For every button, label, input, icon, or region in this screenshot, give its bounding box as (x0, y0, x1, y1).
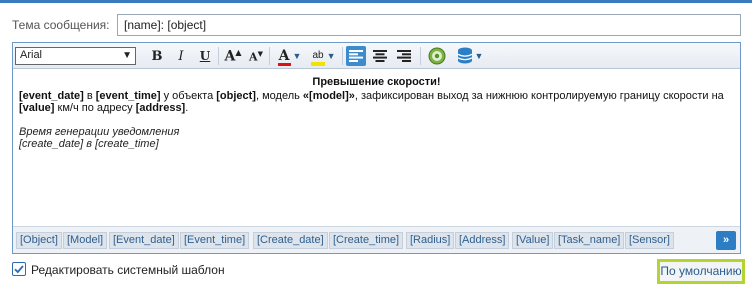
rich-text-editor: Arial ▼ B I U A▲ A▼ A ▼ ab ▼ ▼ Превышени… (12, 42, 741, 254)
bold-button[interactable]: B (147, 46, 167, 66)
tag-create-date[interactable]: [Create_date] (253, 232, 328, 249)
editor-toolbar: Arial ▼ B I U A▲ A▼ A ▼ ab ▼ ▼ (13, 43, 740, 69)
top-accent-line (0, 0, 752, 3)
double-chevron-right-icon: » (722, 234, 730, 246)
subject-label: Тема сообщения: (12, 18, 110, 32)
chevron-down-icon: ▼ (326, 51, 336, 61)
checkmark-icon (14, 265, 24, 274)
align-center-icon (373, 50, 387, 62)
highlight-button[interactable]: ab ▼ (309, 46, 339, 66)
variable-tags-bar: [Object] [Model] [Event_date] [Event_tim… (13, 226, 740, 253)
generation-time-label: Время генерации уведомления (19, 126, 180, 138)
align-center-button[interactable] (370, 46, 390, 66)
font-color-icon: A (277, 48, 291, 66)
chevron-down-icon: ▼ (474, 51, 484, 61)
tag-value[interactable]: [Value] (512, 232, 554, 249)
tag-model[interactable]: [Model] (63, 232, 108, 249)
chevron-down-icon: ▼ (292, 51, 302, 61)
font-shrink-icon: A▼ (249, 48, 263, 64)
message-heading: Превышение скорости! (312, 76, 441, 88)
font-family-value: Arial (20, 49, 43, 61)
dropdown-icon: ▼ (122, 50, 132, 61)
insert-image-button[interactable] (426, 46, 448, 66)
edit-system-template-checkbox[interactable] (12, 262, 26, 276)
tag-event-date[interactable]: [Event_date] (109, 232, 179, 249)
italic-icon: I (178, 48, 184, 64)
font-grow-button[interactable]: A▲ (223, 46, 243, 66)
font-family-select[interactable]: Arial ▼ (15, 47, 136, 65)
bottom-row: Редактировать системный шаблон По умолча… (0, 259, 752, 284)
insert-variable-button[interactable]: ▼ (454, 46, 486, 66)
editor-content[interactable]: Превышение скорости! [event_date] в [eve… (13, 70, 740, 225)
italic-button[interactable]: I (171, 46, 191, 66)
bold-icon: B (151, 48, 163, 64)
tag-address[interactable]: [Address] (455, 232, 510, 249)
insert-variable-icon (457, 47, 472, 64)
highlight-icon: ab (311, 50, 326, 66)
font-color-button[interactable]: A ▼ (275, 46, 305, 66)
tag-event-time[interactable]: [Event_time] (180, 232, 250, 249)
underline-icon: U (199, 49, 211, 63)
tag-object[interactable]: [Object] (16, 232, 62, 249)
align-right-icon (397, 50, 411, 62)
message-body: [event_date] в [event_time] у объекта [o… (19, 90, 724, 114)
tag-sensor[interactable]: [Sensor] (625, 232, 674, 249)
tag-radius[interactable]: [Radius] (406, 232, 455, 249)
toolbar-separator (269, 47, 270, 65)
generation-time-value: [create_date] в [create_time] (19, 138, 159, 150)
align-right-button[interactable] (394, 46, 414, 66)
more-tags-button[interactable]: » (716, 231, 736, 250)
align-left-icon (349, 50, 363, 62)
underline-button[interactable]: U (195, 46, 215, 66)
insert-image-icon (428, 47, 446, 65)
subject-row: Тема сообщения: (0, 14, 752, 38)
tag-task-name[interactable]: [Task_name] (554, 232, 625, 249)
edit-system-template-label[interactable]: Редактировать системный шаблон (31, 263, 225, 277)
subject-input[interactable] (117, 14, 741, 36)
toolbar-separator (420, 47, 421, 65)
font-shrink-button[interactable]: A▼ (246, 46, 266, 66)
toolbar-separator (342, 47, 343, 65)
tag-create-time[interactable]: [Create_time] (329, 232, 404, 249)
font-grow-icon: A▲ (224, 47, 242, 65)
align-left-button[interactable] (346, 46, 366, 66)
toolbar-separator (218, 47, 219, 65)
default-button[interactable]: По умолчанию (657, 259, 745, 284)
